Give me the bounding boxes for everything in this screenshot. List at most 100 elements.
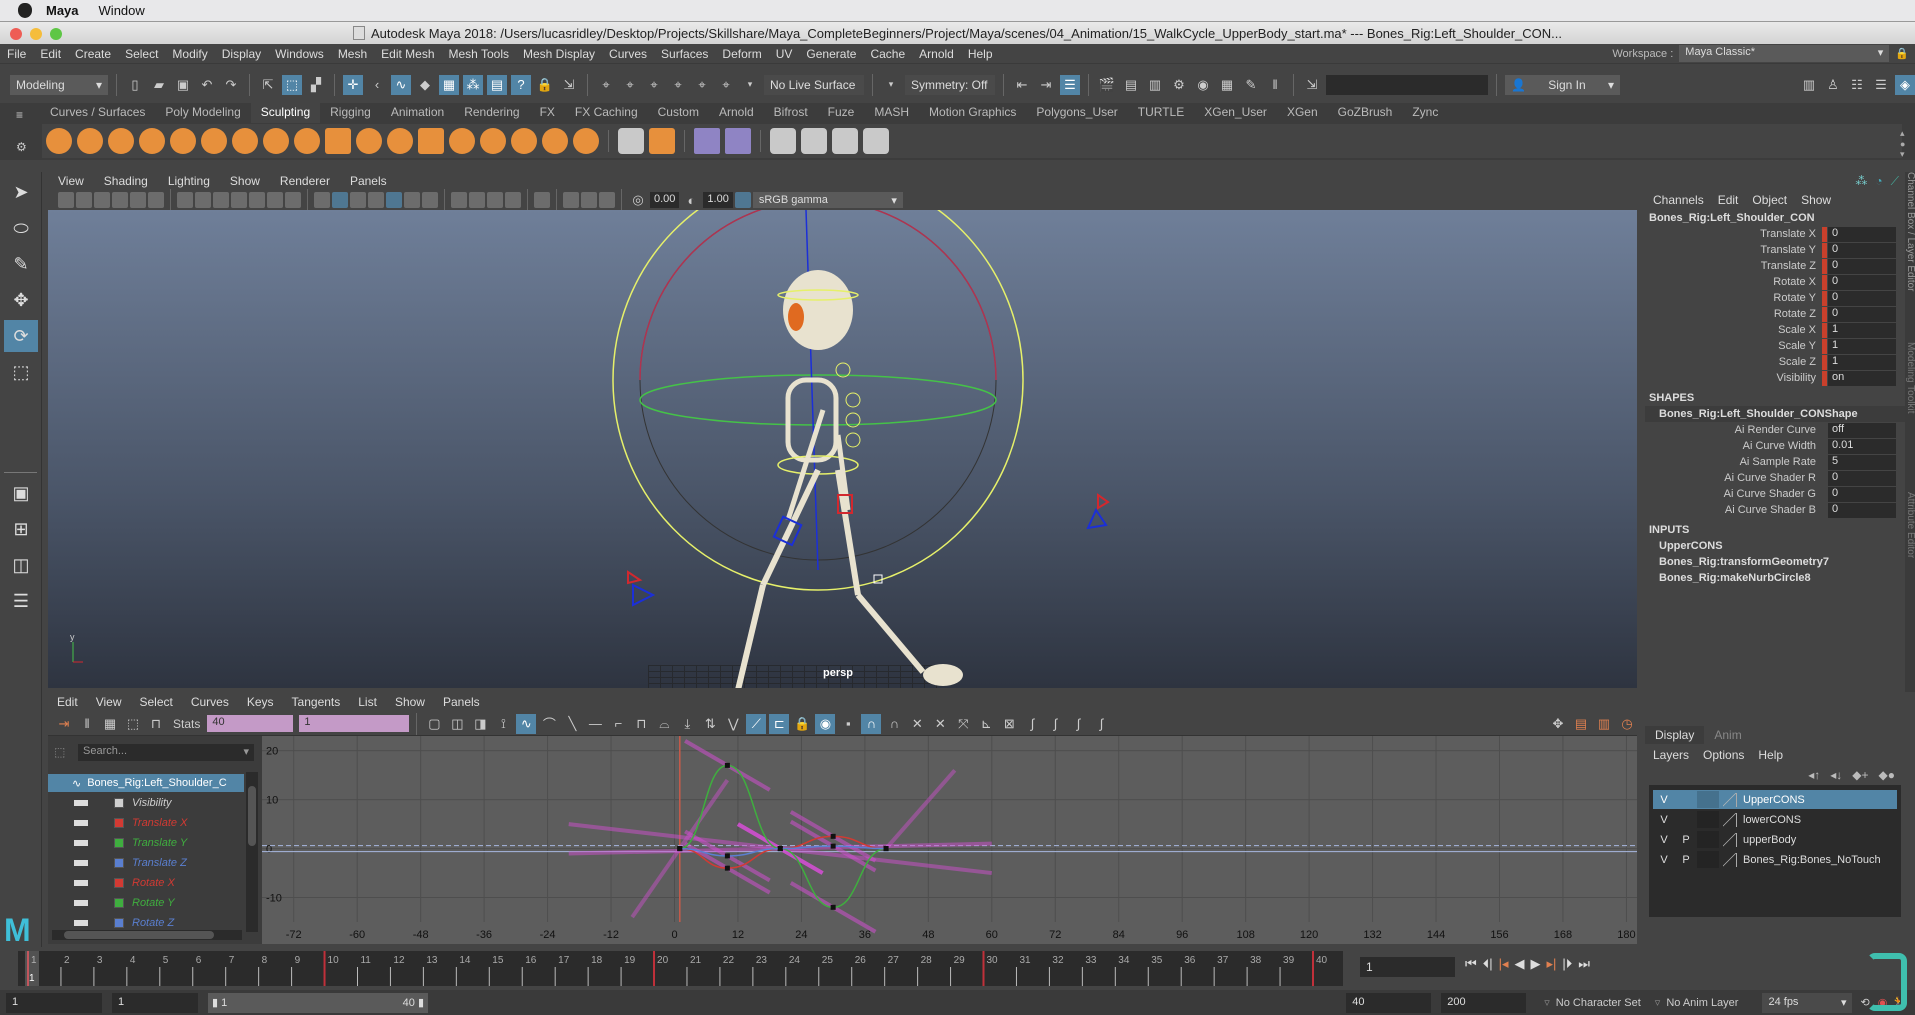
outliner-channel[interactable]: Rotate Y bbox=[48, 894, 175, 912]
channel-value-field[interactable]: 1 bbox=[1828, 338, 1896, 354]
linear-tangent-icon[interactable]: — bbox=[585, 714, 605, 734]
snap-live-icon[interactable]: ⌖ bbox=[716, 75, 736, 95]
spline-tangent-icon[interactable]: ⌒ bbox=[539, 714, 559, 734]
apple-icon[interactable] bbox=[18, 3, 32, 18]
range-end-handle[interactable]: 40 ▮ bbox=[403, 996, 424, 1009]
gamma-icon[interactable]: ◐ bbox=[681, 190, 701, 210]
ipr-render-icon[interactable]: ▥ bbox=[1145, 75, 1165, 95]
unify-tangents-icon[interactable]: ⟋ bbox=[746, 713, 767, 734]
channel-row[interactable]: Ai Curve Shader B 0 bbox=[1645, 502, 1905, 518]
mesh-sculpt-icon[interactable] bbox=[801, 128, 827, 154]
layer-color-swatch[interactable] bbox=[1723, 812, 1737, 827]
depth-of-field-icon[interactable] bbox=[505, 192, 521, 208]
step-back-key-icon[interactable]: |◂ bbox=[1499, 956, 1509, 972]
new-scene-icon[interactable]: ▯ bbox=[125, 75, 145, 95]
graph-menu-list[interactable]: List bbox=[349, 695, 386, 709]
shelf-tab-fx-caching[interactable]: FX Caching bbox=[565, 103, 648, 123]
layer-row[interactable]: V PupperBody bbox=[1653, 830, 1897, 849]
wax-tool-icon[interactable] bbox=[356, 128, 382, 154]
step-forward-frame-icon[interactable]: |⏵ bbox=[1562, 956, 1572, 972]
highlight-selection-icon[interactable]: ⇲ bbox=[559, 75, 579, 95]
foamy-tool-icon[interactable] bbox=[232, 128, 258, 154]
move-tool-icon[interactable]: ✥ bbox=[4, 284, 38, 316]
bulge-tool-icon[interactable] bbox=[511, 128, 537, 154]
input-item[interactable]: UpperCONS bbox=[1645, 538, 1905, 554]
filter-icon[interactable]: ⬚ bbox=[54, 745, 65, 759]
shelf-tab-motion-graphics[interactable]: Motion Graphics bbox=[919, 103, 1026, 123]
lattice-deform-icon[interactable]: ▦ bbox=[100, 714, 120, 734]
menu-mesh-tools[interactable]: Mesh Tools bbox=[442, 47, 516, 61]
gate-mask-icon[interactable] bbox=[231, 192, 247, 208]
scrape-tool-icon[interactable] bbox=[387, 128, 413, 154]
eraser-icon[interactable] bbox=[863, 128, 889, 154]
shelf-tab-poly-modeling[interactable]: Poly Modeling bbox=[155, 103, 250, 123]
safe-title-icon[interactable] bbox=[285, 192, 301, 208]
auto-tangent-icon[interactable]: ∿ bbox=[516, 713, 537, 734]
character-controls-icon[interactable]: ♙ bbox=[1823, 75, 1843, 95]
amplify-tool-icon[interactable] bbox=[542, 128, 568, 154]
live-surface-field[interactable]: No Live Surface bbox=[764, 74, 864, 95]
denormalize-icon[interactable]: ⊾ bbox=[976, 714, 996, 734]
graph-menu-keys[interactable]: Keys bbox=[238, 695, 283, 709]
auto-load-icon[interactable]: ◉ bbox=[815, 713, 836, 734]
outliner-channel[interactable]: Rotate X bbox=[48, 874, 175, 892]
menu-uv[interactable]: UV bbox=[769, 47, 800, 61]
display-type-toggle[interactable] bbox=[1697, 811, 1719, 828]
character-set-dropdown[interactable]: No Character Set bbox=[1556, 997, 1641, 1009]
swap-buffer-curve-icon[interactable]: ⇅ bbox=[700, 714, 720, 734]
camera-attributes-icon[interactable] bbox=[76, 192, 92, 208]
sculpt-geometry-icon[interactable] bbox=[832, 128, 858, 154]
channel-row[interactable]: Rotate Z 0 bbox=[1645, 306, 1905, 322]
image-plane-icon[interactable] bbox=[112, 192, 128, 208]
playback-toggle[interactable]: P bbox=[1675, 834, 1697, 846]
snap-point-icon[interactable]: ⌖ bbox=[644, 75, 664, 95]
menu-curves[interactable]: Curves bbox=[602, 47, 654, 61]
shelf-tab-curves-surfaces[interactable]: Curves / Surfaces bbox=[40, 103, 155, 123]
graph-menu-select[interactable]: Select bbox=[130, 695, 181, 709]
cb-menu-edit[interactable]: Edit bbox=[1718, 193, 1739, 207]
input-item[interactable]: Bones_Rig:transformGeometry7 bbox=[1645, 554, 1905, 570]
input-item[interactable]: Bones_Rig:makeNurbCircle8 bbox=[1645, 570, 1905, 586]
menu-file[interactable]: File bbox=[0, 47, 33, 61]
shelf-tab-xgen-user[interactable]: XGen_User bbox=[1194, 103, 1277, 123]
region-tool-icon[interactable]: ⬚ bbox=[123, 714, 143, 734]
cb-menu-channels[interactable]: Channels bbox=[1653, 193, 1704, 207]
pre-cycle-icon[interactable]: ∫ bbox=[1022, 714, 1042, 734]
zoom-window-button[interactable] bbox=[50, 28, 62, 40]
camera-select-icon[interactable] bbox=[58, 192, 74, 208]
free-tangent-weight-icon[interactable]: ⊏ bbox=[769, 713, 790, 734]
chevron-down-icon[interactable]: ▿ bbox=[1544, 996, 1550, 1009]
smear-tool-icon[interactable] bbox=[480, 128, 506, 154]
layer-row[interactable]: V P Bones_Rig:Bones_NoTouch bbox=[1653, 850, 1897, 869]
channel-value-field[interactable]: off bbox=[1828, 422, 1896, 438]
render-frame-icon[interactable]: 🎬 bbox=[1097, 75, 1117, 95]
channel-row[interactable]: Rotate Y 0 bbox=[1645, 290, 1905, 306]
wireframe-icon[interactable] bbox=[314, 192, 330, 208]
relax-tool-icon[interactable] bbox=[108, 128, 134, 154]
menu-surfaces[interactable]: Surfaces bbox=[654, 47, 715, 61]
select-misc-icon[interactable]: ? bbox=[511, 74, 531, 95]
snap-view-plane-icon[interactable]: ⌖ bbox=[668, 75, 688, 95]
select-joints-icon[interactable]: ‹ bbox=[367, 75, 387, 95]
redo-icon[interactable]: ↷ bbox=[221, 75, 241, 95]
layer-row[interactable]: VlowerCONS bbox=[1653, 810, 1897, 829]
graph-menu-curves[interactable]: Curves bbox=[182, 695, 238, 709]
shelf-tab-rigging[interactable]: Rigging bbox=[320, 103, 381, 123]
play-backwards-icon[interactable]: ◀ bbox=[1515, 956, 1525, 972]
shelf-tab-zync[interactable]: Zync bbox=[1402, 103, 1448, 123]
panel-menu-show[interactable]: Show bbox=[220, 174, 270, 188]
stats-value-field[interactable]: 1 bbox=[299, 715, 410, 732]
channel-value-field[interactable]: 5 bbox=[1828, 454, 1896, 470]
channel-value-field[interactable]: 1 bbox=[1828, 322, 1896, 338]
channel-value-field[interactable]: 0.01 bbox=[1828, 438, 1896, 454]
menu-edit[interactable]: Edit bbox=[33, 47, 68, 61]
repeat-tool-icon[interactable] bbox=[294, 128, 320, 154]
exposure-field[interactable]: 0.00 bbox=[650, 192, 680, 208]
display-type-toggle[interactable] bbox=[1697, 851, 1719, 868]
step-forward-key-icon[interactable]: ▸| bbox=[1547, 956, 1557, 972]
menu-deform[interactable]: Deform bbox=[715, 47, 768, 61]
layer-menu-help[interactable]: Help bbox=[1758, 748, 1783, 762]
channel-row[interactable]: Translate Z 0 bbox=[1645, 258, 1905, 274]
menu-generate[interactable]: Generate bbox=[799, 47, 863, 61]
clamped-tangent-icon[interactable]: ╲ bbox=[562, 714, 582, 734]
